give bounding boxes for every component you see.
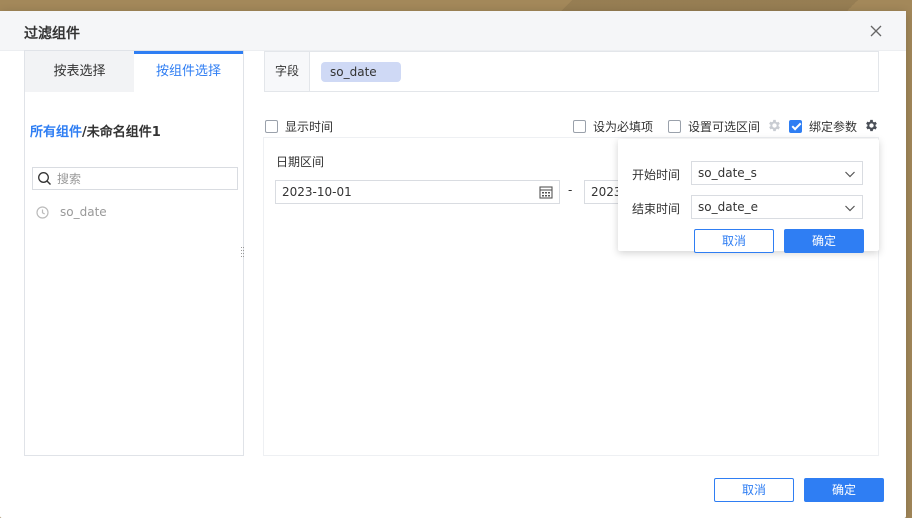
breadcrumb-current: /未命名组件1 <box>82 125 161 140</box>
chevron-down-icon <box>845 171 855 178</box>
search-icon <box>38 172 51 185</box>
panel-splitter-handle[interactable] <box>240 246 246 260</box>
preview-title: 日期区间 <box>276 155 325 169</box>
breadcrumb: 所有组件/未命名组件1 <box>30 121 161 140</box>
bind-params-label: 绑定参数 <box>809 119 858 134</box>
popover-cancel-button[interactable]: 取消 <box>694 229 774 253</box>
cancel-button[interactable]: 取消 <box>714 478 794 502</box>
end-time-value: so_date_e <box>698 200 759 214</box>
show-time-checkbox[interactable]: 显示时间 <box>265 118 333 134</box>
optional-range-label: 设置可选区间 <box>688 119 761 134</box>
clock-icon <box>36 205 49 219</box>
gear-icon[interactable] <box>864 118 879 133</box>
dialog-title: 过滤组件 <box>24 26 80 42</box>
field-item-label: so_date <box>60 205 107 219</box>
end-date-value: 2023 <box>591 185 622 199</box>
search-box <box>32 167 238 190</box>
tab-by-component[interactable]: 按组件选择 <box>134 51 243 92</box>
field-item-so-date[interactable]: so_date <box>36 204 107 220</box>
start-date-input[interactable]: 2023-10-01 <box>275 180 560 204</box>
tab-by-table[interactable]: 按表选择 <box>25 51 134 92</box>
popover-confirm-button[interactable]: 确定 <box>784 229 864 253</box>
date-range-separator: - <box>568 183 573 197</box>
checkbox-box-checked[interactable] <box>789 119 802 133</box>
dialog-header: 过滤组件 <box>0 11 906 51</box>
checkbox-box[interactable] <box>265 119 278 133</box>
checkbox-box[interactable] <box>573 119 586 133</box>
calendar-icon[interactable] <box>539 185 553 199</box>
start-date-value: 2023-10-01 <box>282 185 352 199</box>
breadcrumb-all-components[interactable]: 所有组件 <box>30 125 82 140</box>
show-time-label: 显示时间 <box>285 119 334 134</box>
field-tag[interactable]: so_date <box>321 62 401 82</box>
end-time-label: 结束时间 <box>632 202 681 216</box>
required-label: 设为必填项 <box>593 119 654 134</box>
left-tabs: 按表选择 按组件选择 <box>25 51 243 92</box>
checkbox-box[interactable] <box>668 119 681 133</box>
start-time-label: 开始时间 <box>632 168 681 182</box>
bind-params-checkbox[interactable]: 绑定参数 <box>789 118 857 134</box>
chevron-down-icon <box>845 205 855 212</box>
end-time-select[interactable]: so_date_e <box>691 195 863 219</box>
start-time-value: so_date_s <box>698 166 757 180</box>
left-panel: 按表选择 按组件选择 所有组件/未命名组件1 so_date <box>24 50 244 456</box>
required-checkbox[interactable]: 设为必填项 <box>573 118 653 134</box>
start-time-select[interactable]: so_date_s <box>691 161 863 185</box>
optional-range-checkbox[interactable]: 设置可选区间 <box>668 118 760 134</box>
gear-icon-disabled <box>769 119 780 132</box>
field-label: 字段 <box>265 52 310 91</box>
field-row: 字段 so_date <box>264 51 879 92</box>
close-icon[interactable] <box>868 23 884 39</box>
search-input[interactable] <box>57 170 233 187</box>
confirm-button[interactable]: 确定 <box>804 478 884 502</box>
bind-params-popover: 开始时间 so_date_s 结束时间 so_date_e 取消 确定 <box>618 139 879 253</box>
